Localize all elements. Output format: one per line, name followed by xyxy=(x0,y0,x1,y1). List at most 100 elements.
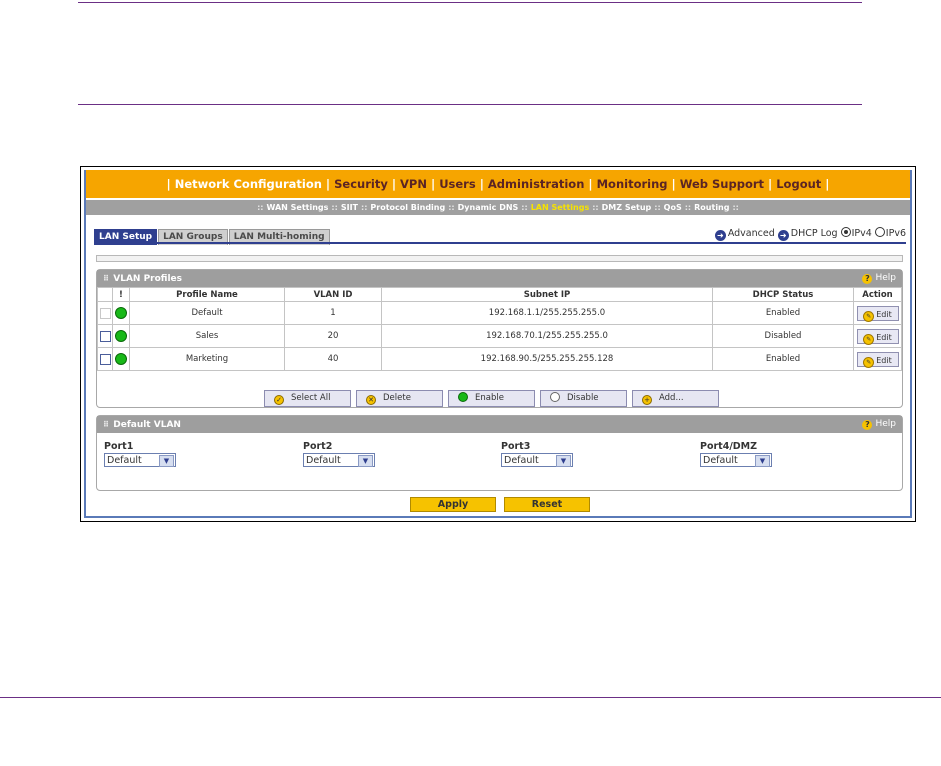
subnav-protocol-binding[interactable]: Protocol Binding xyxy=(370,203,445,212)
nav-logout[interactable]: Logout xyxy=(776,177,821,191)
disable-button[interactable]: Disable xyxy=(540,390,627,407)
grip-icon: ⠿ xyxy=(103,274,110,283)
help-icon: ? xyxy=(862,274,873,284)
subnav-dmz-setup[interactable]: DMZ Setup xyxy=(602,203,652,212)
subnav-lan-settings[interactable]: LAN Settings xyxy=(531,203,590,212)
check-icon: ✓ xyxy=(274,395,284,405)
nav-web-support[interactable]: Web Support xyxy=(680,177,764,191)
edit-button[interactable]: ✎ Edit xyxy=(856,351,899,368)
edit-button[interactable]: ✎ Edit xyxy=(856,305,899,322)
default-vlan-help-link[interactable]: ? Help xyxy=(862,416,896,433)
arrow-right-icon: ➜ xyxy=(777,230,789,241)
chevron-down-icon: ▼ xyxy=(159,455,174,467)
default-vlan-title: Default VLAN xyxy=(113,420,181,430)
port3-select[interactable]: Default ▼ xyxy=(501,453,573,467)
port3-label: Port3 xyxy=(501,441,531,452)
port4-group: Port4/DMZ Default ▼ xyxy=(700,441,772,467)
chevron-down-icon: ▼ xyxy=(358,455,373,467)
nav-security[interactable]: Security xyxy=(334,177,388,191)
vlan-profiles-title: VLAN Profiles xyxy=(113,274,183,284)
add-label: Add... xyxy=(659,393,684,403)
profile-name: Default xyxy=(129,301,285,325)
select-all-button[interactable]: ✓ Select All xyxy=(264,390,351,407)
disable-label: Disable xyxy=(567,393,599,403)
pencil-icon: ✎ xyxy=(863,310,875,322)
nav-vpn[interactable]: VPN xyxy=(400,177,427,191)
port4-select[interactable]: Default ▼ xyxy=(700,453,772,467)
row-checkbox xyxy=(99,307,111,319)
edit-label: Edit xyxy=(876,355,892,365)
delete-icon: ✕ xyxy=(366,395,376,405)
vlan-help-link[interactable]: ? Help xyxy=(862,270,896,287)
subnet-ip-column-header: Subnet IP xyxy=(381,287,713,302)
apply-button[interactable]: Apply xyxy=(410,497,496,512)
subnet-ip: 192.168.90.5/255.255.255.128 xyxy=(381,347,713,371)
subnav-routing[interactable]: Routing xyxy=(694,203,729,212)
sub-nav: :: WAN Settings:: SIIT:: Protocol Binding::… xyxy=(86,200,910,215)
status-led-icon xyxy=(115,353,127,365)
default-vlan-header: ⠿ Default VLAN ? Help xyxy=(97,416,902,433)
dhcp-log-link[interactable]: DHCP Log xyxy=(791,228,838,239)
reset-button[interactable]: Reset xyxy=(504,497,590,512)
delete-button[interactable]: ✕ Delete xyxy=(356,390,443,407)
chevron-down-icon: ▼ xyxy=(556,455,571,467)
nav-network-configuration[interactable]: Network Configuration xyxy=(175,177,322,191)
port2-value: Default xyxy=(306,455,341,466)
vlan-id: 20 xyxy=(284,324,382,348)
vlan-profiles-panel: ⠿ VLAN Profiles ? Help ! Profile Name VLAN… xyxy=(96,269,903,408)
chevron-down-icon: ▼ xyxy=(755,455,770,467)
port3-value: Default xyxy=(504,455,539,466)
disable-icon xyxy=(550,392,560,402)
port1-select[interactable]: Default ▼ xyxy=(104,453,176,467)
add-icon: + xyxy=(642,395,652,405)
top-rule-2 xyxy=(78,104,862,105)
ipv6-radio[interactable] xyxy=(874,227,885,237)
row-action-cell: ✎ Edit xyxy=(853,324,902,348)
right-links: ➜ Advanced ➜ DHCP Log IPv4 IPv6 xyxy=(714,227,906,241)
subnav-qos[interactable]: QoS xyxy=(664,203,682,212)
enable-button[interactable]: Enable xyxy=(448,390,535,407)
table-row: Marketing 40 192.168.90.5/255.255.255.12… xyxy=(97,347,902,371)
arrow-right-icon: ➜ xyxy=(714,230,726,241)
vlan-profiles-table: ! Profile Name VLAN ID Subnet IP DHCP St… xyxy=(97,287,902,371)
subnav-dynamic-dns[interactable]: Dynamic DNS xyxy=(458,203,519,212)
row-status-cell xyxy=(112,301,130,325)
ipv6-label: IPv6 xyxy=(885,228,906,239)
port2-select[interactable]: Default ▼ xyxy=(303,453,375,467)
pencil-icon: ✎ xyxy=(863,333,875,345)
row-action-cell: ✎ Edit xyxy=(853,301,902,325)
nav-administration[interactable]: Administration xyxy=(488,177,585,191)
row-checkbox[interactable] xyxy=(99,353,111,365)
enable-icon xyxy=(458,392,468,402)
tab-bar: LAN Setup LAN Groups LAN Multi-homing xyxy=(94,226,331,245)
ipv4-radio[interactable] xyxy=(840,227,851,237)
vlan-profiles-header: ⠿ VLAN Profiles ? Help xyxy=(97,270,902,287)
edit-label: Edit xyxy=(876,309,892,319)
profile-name: Sales xyxy=(129,324,285,348)
subnav-siit[interactable]: SIIT xyxy=(341,203,358,212)
subnav-wan-settings[interactable]: WAN Settings xyxy=(267,203,329,212)
port1-label: Port1 xyxy=(104,441,134,452)
default-vlan-panel: ⠿ Default VLAN ? Help Port1 Default ▼ Port2… xyxy=(96,415,903,491)
port1-value: Default xyxy=(107,455,142,466)
nav-monitoring[interactable]: Monitoring xyxy=(597,177,668,191)
top-nav: | Network Configuration | Security | VPN | User… xyxy=(86,170,910,198)
port4-label: Port4/DMZ xyxy=(700,441,758,452)
nav-users[interactable]: Users xyxy=(439,177,476,191)
table-button-row: ✓ Select All ✕ Delete Enable Disable + Add... xyxy=(264,390,724,409)
status-message-bar xyxy=(96,255,903,262)
status-column-header: ! xyxy=(112,287,130,302)
advanced-link[interactable]: Advanced xyxy=(728,228,775,239)
port1-group: Port1 Default ▼ xyxy=(104,441,176,467)
help-icon: ? xyxy=(862,420,873,430)
status-led-icon xyxy=(115,307,127,319)
add-button[interactable]: + Add... xyxy=(632,390,719,407)
dhcp-status-column-header: DHCP Status xyxy=(712,287,854,302)
row-status-cell xyxy=(112,347,130,371)
edit-button[interactable]: ✎ Edit xyxy=(856,328,899,345)
select-column-header xyxy=(97,287,113,302)
grip-icon: ⠿ xyxy=(103,420,110,429)
row-checkbox[interactable] xyxy=(99,330,111,342)
select-all-label: Select All xyxy=(291,393,331,403)
port2-label: Port2 xyxy=(303,441,333,452)
